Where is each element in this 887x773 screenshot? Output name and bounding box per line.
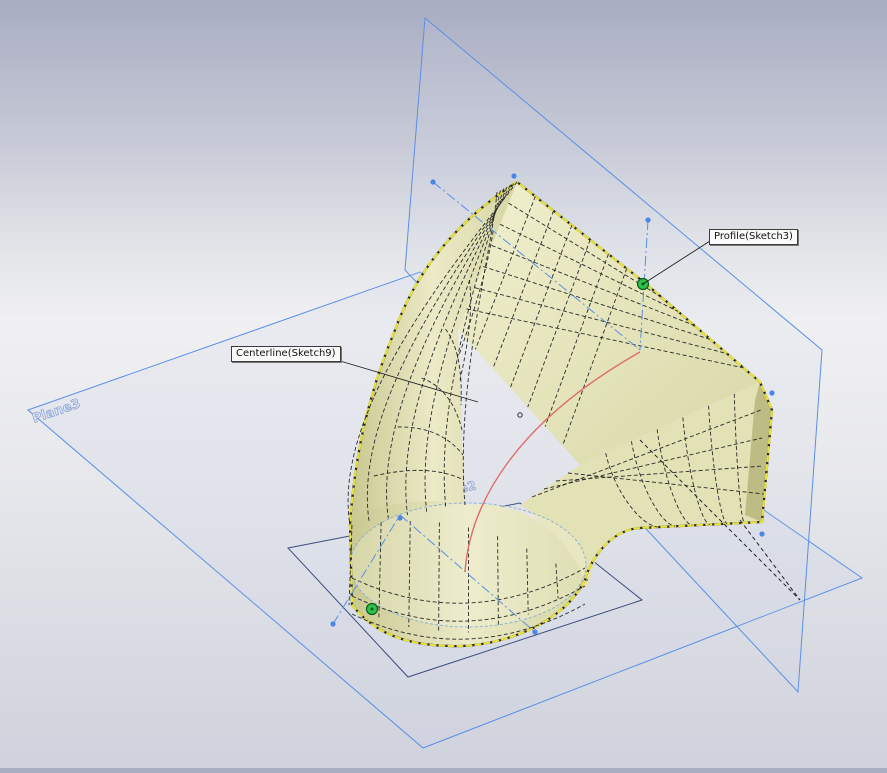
centerline-handle[interactable] [365, 602, 379, 616]
model-canvas[interactable]: Plane3 Plane1 Plane2 [0, 0, 887, 768]
graphics-viewport[interactable]: Plane3 Plane1 Plane2 [0, 0, 887, 768]
centerline-callout[interactable]: Centerline(Sketch9) [231, 346, 341, 362]
profile-callout[interactable]: Profile(Sketch3) [709, 229, 798, 245]
cylinder-top-rim [349, 502, 587, 628]
